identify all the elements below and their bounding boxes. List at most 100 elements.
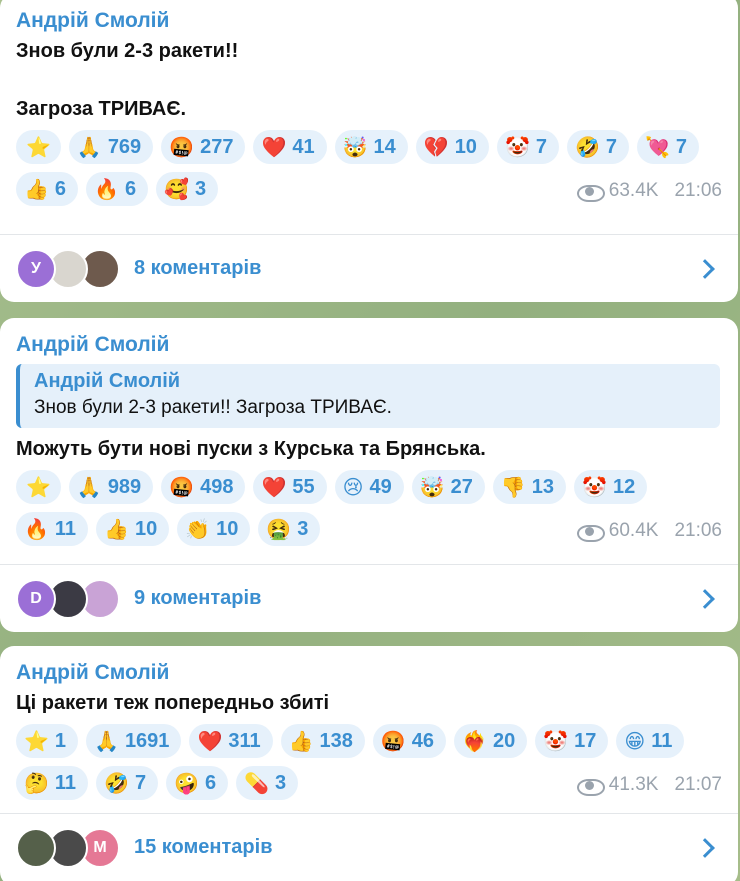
post-author[interactable]: Андрій Смолій [16, 330, 722, 360]
reaction-chip[interactable]: ⭐ [16, 130, 61, 164]
reaction-chip[interactable]: 😢 49 [334, 470, 404, 504]
views-count: 63.4K [608, 180, 659, 201]
post-time: 21:07 [674, 774, 722, 795]
reaction-emoji-icon: 🤬 [169, 135, 195, 159]
reaction-chip[interactable]: ❤️‍🔥 20 [454, 724, 528, 758]
comments-count: 15 коментарів [134, 836, 273, 858]
reaction-count: 12 [612, 475, 636, 498]
reaction-chip[interactable]: 👍 138 [280, 724, 365, 758]
commenter-avatars: M [16, 827, 126, 868]
reaction-count: 27 [450, 475, 473, 498]
comments-count: 8 коментарів [134, 257, 262, 279]
reaction-emoji-icon: 🤬 [169, 475, 195, 499]
post-text-line: Знов були 2-3 ракети!! [16, 40, 239, 62]
reaction-emoji-icon: 🤡 [543, 729, 569, 753]
reaction-chip[interactable]: ⭐ [16, 470, 61, 504]
reaction-emoji-icon: 👎 [500, 475, 526, 499]
reaction-emoji-icon: 🤣 [574, 135, 600, 159]
views-count: 60.4K [608, 520, 659, 541]
avatar [16, 827, 56, 868]
reaction-emoji-icon: 👍 [288, 729, 314, 753]
reaction-emoji-icon: ❤️ [261, 475, 287, 499]
reaction-count: 7 [605, 135, 617, 158]
reaction-chip[interactable]: ❤️ 41 [253, 130, 327, 164]
reaction-count: 498 [200, 475, 234, 498]
reaction-count: 1 [54, 729, 67, 752]
reaction-chip[interactable]: 🤯 27 [411, 470, 485, 504]
reaction-emoji-icon: 💘 [645, 135, 670, 159]
reaction-chip[interactable]: 🤡 7 [496, 130, 559, 164]
commenter-avatars: У [16, 248, 126, 289]
post-meta: 41.3K 21:07 [576, 774, 722, 796]
reaction-count: 55 [292, 475, 315, 498]
reaction-emoji-icon: ⭐ [26, 135, 51, 159]
reaction-count: 13 [531, 475, 555, 498]
reaction-count: 769 [107, 135, 142, 158]
chevron-right-icon [695, 258, 715, 279]
post-meta: 60.4K 21:06 [576, 520, 722, 542]
reaction-chip[interactable]: ❤️ 55 [253, 470, 327, 504]
chevron-right-icon [695, 588, 715, 609]
reaction-count: 7 [675, 135, 688, 158]
reaction-count: 41 [292, 135, 315, 158]
reaction-emoji-icon: 🙏 [76, 135, 102, 159]
reaction-chip[interactable]: 🙏 989 [68, 470, 154, 504]
reaction-emoji-icon: 🤡 [504, 135, 530, 159]
comments-button[interactable]: D 9 коментарів [0, 564, 738, 632]
reaction-emoji-icon: 🙏 [76, 475, 102, 499]
commenter-avatars: D [16, 578, 126, 619]
reaction-emoji-icon: 😢 [342, 475, 364, 499]
reaction-emoji-icon: 🙏 [94, 729, 119, 753]
reaction-emoji-icon: ❤️ [197, 729, 223, 753]
views-eye-icon [576, 777, 605, 796]
reaction-chip[interactable]: 🤯 14 [334, 130, 408, 164]
reaction-emoji-icon: 💔 [423, 135, 449, 159]
post-meta: 63.4K 21:06 [576, 180, 722, 202]
avatar: У [16, 248, 56, 289]
reaction-count: 989 [107, 475, 142, 498]
reaction-emoji-icon: ❤️‍🔥 [462, 729, 487, 753]
reaction-count: 20 [492, 729, 516, 752]
reaction-chip[interactable]: 🙏 1691 [86, 724, 182, 758]
post-time: 21:06 [674, 520, 722, 541]
reaction-chip[interactable]: 💘 7 [637, 130, 700, 164]
comments-count: 9 коментарів [134, 587, 262, 609]
reaction-count: 17 [574, 729, 597, 752]
reaction-emoji-icon: ❤️ [261, 135, 287, 159]
reaction-chip[interactable]: 🤡 17 [535, 724, 609, 758]
post-author[interactable]: Андрій Смолій [16, 6, 722, 36]
post-text-line: Ці ракети теж попередньо збиті [16, 692, 330, 714]
views-eye-icon [576, 183, 605, 202]
reaction-chip[interactable]: 😁 11 [616, 724, 685, 758]
reaction-count: 311 [228, 729, 261, 752]
reaction-chip[interactable]: 🤣 7 [566, 130, 629, 164]
reaction-chip[interactable]: 🤬 277 [161, 130, 246, 164]
reaction-count: 277 [200, 135, 234, 158]
avatar: D [16, 578, 56, 619]
reaction-emoji-icon: 🤬 [380, 729, 406, 753]
reaction-emoji-icon: 🤡 [582, 475, 607, 499]
reaction-chip[interactable]: ⭐ 1 [16, 724, 79, 758]
reaction-emoji-icon: ⭐ [26, 475, 51, 499]
chevron-right-icon [695, 837, 715, 858]
reaction-chip[interactable]: 🤬 498 [161, 470, 246, 504]
reaction-chip[interactable]: 🤡 12 [574, 470, 648, 504]
reaction-count: 49 [369, 475, 392, 498]
reaction-emoji-icon: 🤯 [419, 475, 445, 499]
channel-post: Андрій Смолій Знов були 2-3 ракети!! Заг… [0, 0, 738, 302]
comments-button[interactable]: У 8 коментарів [0, 234, 738, 302]
reaction-chip[interactable]: 💔 10 [415, 130, 489, 164]
reaction-chip[interactable]: ❤️ 311 [189, 724, 273, 758]
comments-button[interactable]: M 15 коментарів [0, 813, 738, 881]
post-text-line: Загроза ТРИВАЄ. [16, 98, 187, 120]
reply-quote[interactable]: Андрій Смолій Знов були 2-3 ракети!! Заг… [16, 364, 720, 428]
reaction-chip[interactable]: 🤬 46 [372, 724, 447, 758]
reaction-chip[interactable]: 🙏 769 [68, 130, 154, 164]
reaction-emoji-icon: ⭐ [24, 729, 49, 753]
channel-post: Андрій Смолій Ці ракети теж попередньо з… [0, 646, 738, 881]
reply-text: Знов були 2-3 ракети!! Загроза ТРИВАЄ. [34, 397, 392, 418]
post-author[interactable]: Андрій Смолій [16, 658, 722, 688]
post-time: 21:06 [674, 180, 722, 201]
reaction-emoji-icon: 😁 [624, 729, 646, 753]
reaction-chip[interactable]: 👎 13 [492, 470, 567, 504]
